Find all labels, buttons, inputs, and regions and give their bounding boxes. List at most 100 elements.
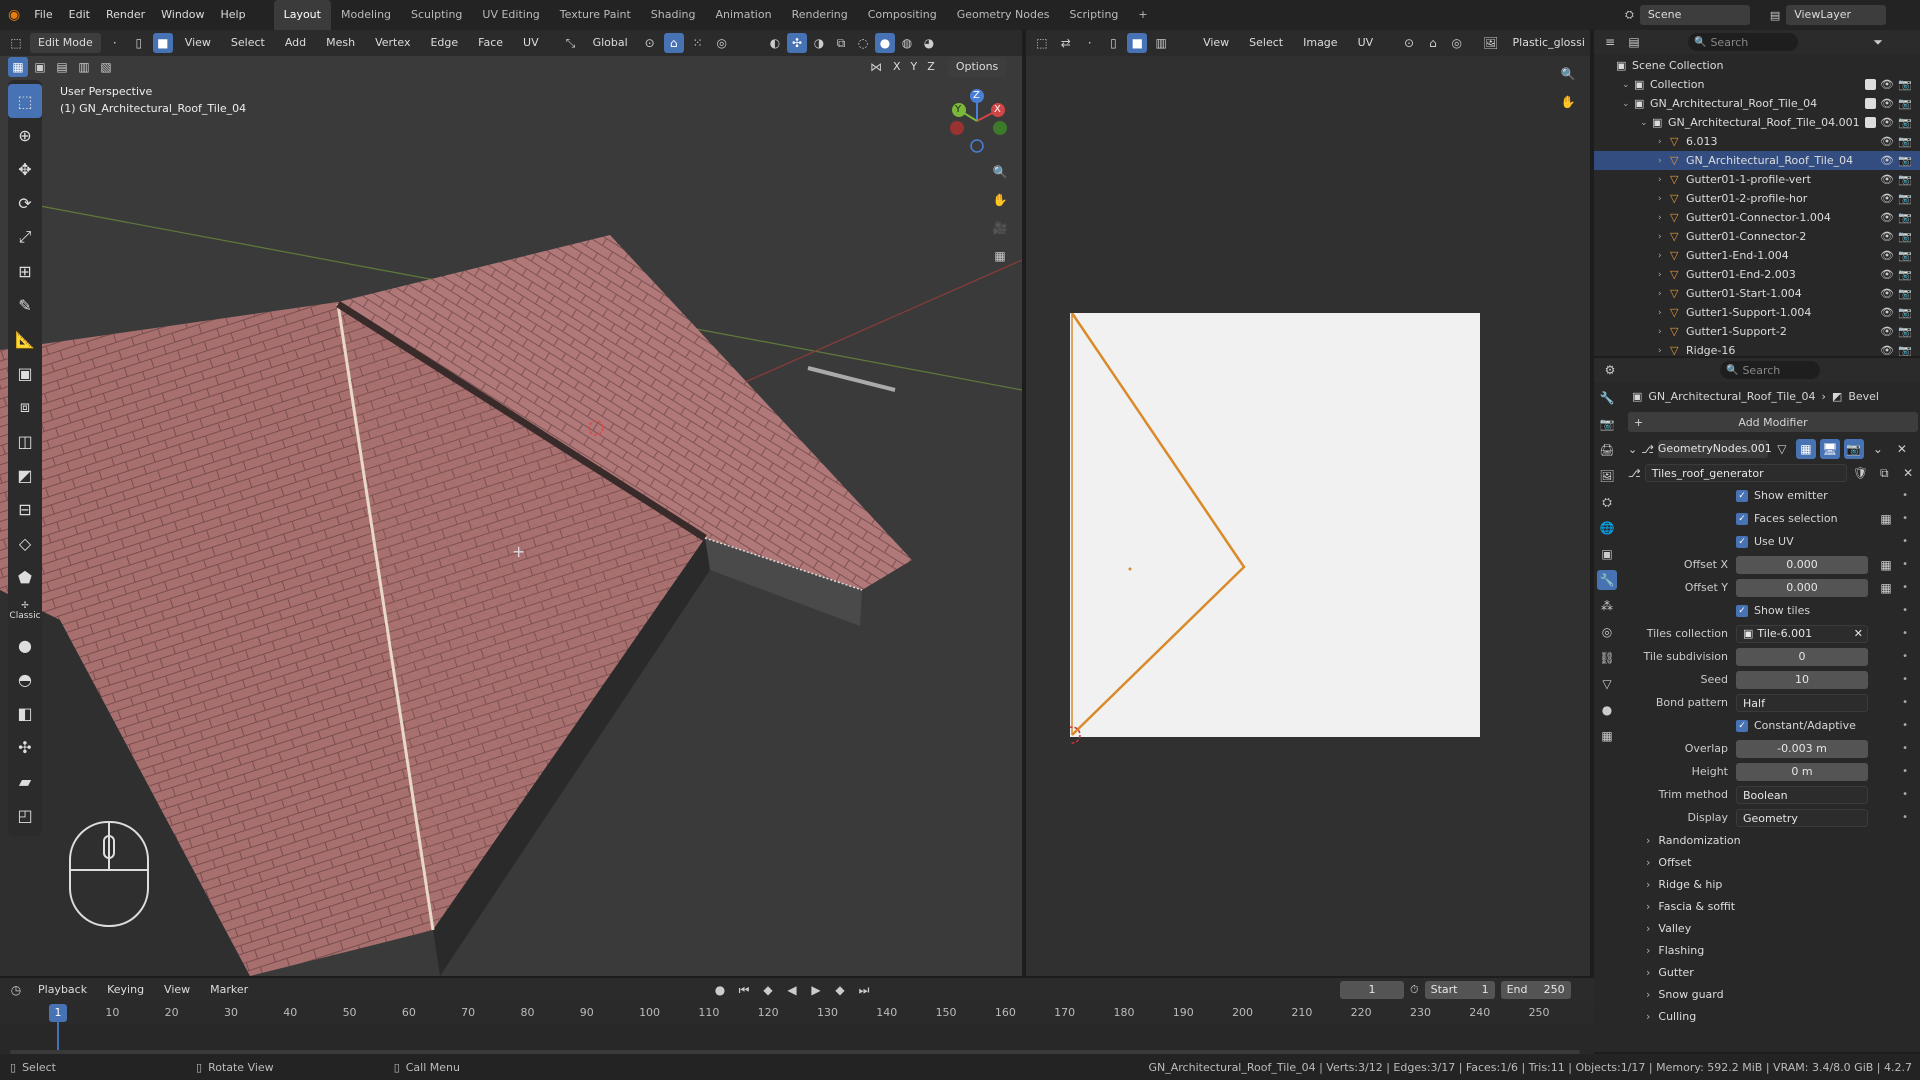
texture-tab-icon[interactable]: ▦ (1597, 726, 1617, 746)
show-emitter-row[interactable]: ✓ Show emitter • (1628, 484, 1918, 507)
uv-menu-uv[interactable]: UV (1350, 33, 1382, 53)
rotate-tool-icon[interactable]: ⟳ (8, 186, 42, 220)
outliner[interactable]: ≡ ▤ 🔍 Search ⏷ ▣ Scene Collection ⌄ ▣ Collec… (1594, 30, 1920, 356)
eye-icon[interactable]: 👁 (1880, 97, 1894, 110)
bond-pattern-dropdown[interactable]: Half (1736, 693, 1868, 712)
move-tool-icon[interactable]: ✥ (8, 152, 42, 186)
scene-selector[interactable]: Scene (1639, 5, 1750, 25)
uv-vertex-mode-icon[interactable]: · (1080, 33, 1100, 53)
playhead[interactable]: 1 (49, 1004, 67, 1022)
outliner-row[interactable]: › ▽ Ridge-16 👁 📷 (1594, 341, 1920, 356)
jump-end-icon[interactable]: ⏭ (854, 980, 874, 1000)
tab-uv-editing[interactable]: UV Editing (472, 0, 549, 30)
play-icon[interactable]: ▶ (806, 980, 826, 1000)
render-camera-icon[interactable]: 📷 (1898, 154, 1912, 167)
start-frame-field[interactable]: Start 1 (1424, 981, 1495, 999)
outliner-display-mode-icon[interactable]: ▤ (1624, 32, 1644, 52)
fake-user-icon[interactable]: 🛡 (1851, 463, 1871, 483)
playback-menu[interactable]: Playback (30, 980, 95, 1000)
uv-editor[interactable]: ⬚ ⇄ · ▯ ■ ▥ View Select Image UV ⊙ ⌂ ◎ 🖼… (1026, 30, 1590, 976)
outliner-row[interactable]: › ▽ Gutter1-Support-2 👁 📷 (1594, 322, 1920, 341)
collapse-chevron-icon[interactable]: ⌄ (1628, 443, 1637, 456)
expand-chevron-icon[interactable]: › (1658, 346, 1670, 356)
current-frame-field[interactable]: 1 (1340, 981, 1404, 999)
keyframe-dot-icon[interactable]: • (1902, 513, 1908, 524)
scale-tool-icon[interactable]: ⤢ (8, 220, 42, 254)
extrude-tool-icon[interactable]: ⧈ (8, 390, 42, 424)
knife-tool-icon[interactable]: ◇ (8, 526, 42, 560)
keyframe-dot-icon[interactable]: • (1902, 812, 1908, 823)
viewport-3d[interactable]: ⬚ Edit Mode · ▯ ■ View Select Add Mesh V… (0, 30, 1022, 976)
tile-subdivision-field[interactable]: 0 (1736, 647, 1868, 666)
tab-layout[interactable]: Layout (273, 0, 331, 30)
marker-menu[interactable]: Marker (202, 980, 256, 1000)
outliner-row[interactable]: ⌄ ▣ GN_Architectural_Roof_Tile_04 👁 📷 (1594, 94, 1920, 113)
frame-ruler[interactable]: 1102030405060708090100110120130140150160… (0, 1002, 1594, 1024)
expand-chevron-icon[interactable]: ⌄ (1622, 99, 1634, 109)
eye-icon[interactable]: 👁 (1880, 287, 1894, 300)
camera-view-icon[interactable]: 🎥 (990, 218, 1010, 238)
menu-window[interactable]: Window (153, 0, 212, 30)
uv-edge-mode-icon[interactable]: ▯ (1104, 33, 1124, 53)
properties-editor[interactable]: ⚙ 🔍 Search 🔧 📷 🖨 🖼 ⛭ 🌐 ▣ 🔧 ⁂ ◎ ⛓ ▽ ● ▦ ▣… (1594, 358, 1920, 1052)
viewlayer-icon[interactable]: ▤ (1770, 9, 1780, 22)
navigation-gizmo[interactable]: Z X Y (945, 88, 1011, 154)
uv-image-name[interactable]: Plastic_glossin (1505, 33, 1585, 53)
loop-cut-tool-icon[interactable]: ⊟ (8, 492, 42, 526)
expand-chevron-icon[interactable]: › (1658, 270, 1670, 280)
blender-logo-icon[interactable]: ◉ (8, 7, 20, 23)
render-camera-icon[interactable]: 📷 (1898, 287, 1912, 300)
expand-chevron-icon[interactable]: › (1658, 213, 1670, 223)
faces-selection-checkbox[interactable]: ✓ (1736, 512, 1748, 525)
scene-icon[interactable]: ⛭ (1625, 8, 1634, 22)
object-tab-icon[interactable]: ▣ (1597, 544, 1617, 564)
render-camera-icon[interactable]: 📷 (1898, 249, 1912, 262)
tab-shading[interactable]: Shading (641, 0, 706, 30)
exclude-checkbox[interactable] (1865, 98, 1876, 109)
edge-slide-tool-icon[interactable]: ◧ (8, 696, 42, 730)
subpanel-header[interactable]: › Snow guard (1628, 983, 1918, 1005)
duplicate-icon[interactable]: ⧉ (1874, 463, 1894, 483)
render-camera-icon[interactable]: 📷 (1898, 325, 1912, 338)
show-emitter-checkbox[interactable]: ✓ (1736, 489, 1748, 502)
menu-help[interactable]: Help (213, 0, 254, 30)
expand-chevron-icon[interactable]: › (1658, 175, 1670, 185)
expand-chevron-icon[interactable]: ⌄ (1640, 118, 1652, 128)
play-reverse-icon[interactable]: ◀ (782, 980, 802, 1000)
keyframe-dot-icon[interactable]: • (1902, 536, 1908, 547)
expand-chevron-icon[interactable]: › (1658, 327, 1670, 337)
render-tab-icon[interactable]: 📷 (1597, 414, 1617, 434)
tool-tab-icon[interactable]: 🔧 (1597, 388, 1617, 408)
constant-adaptive-row[interactable]: ✓ Constant/Adaptive • (1628, 714, 1918, 737)
menu-render[interactable]: Render (98, 0, 153, 30)
particles-tab-icon[interactable]: ⁂ (1597, 596, 1617, 616)
keyframe-dot-icon[interactable]: • (1902, 720, 1908, 731)
view-layer-tab-icon[interactable]: 🖼 (1597, 466, 1617, 486)
outliner-row[interactable]: › ▽ 6.013 👁 📷 (1594, 132, 1920, 151)
menu-file[interactable]: File (26, 0, 60, 30)
eye-icon[interactable]: 👁 (1880, 306, 1894, 319)
properties-search-input[interactable]: Search (1742, 364, 1780, 377)
tab-animation[interactable]: Animation (705, 0, 781, 30)
eye-icon[interactable]: 👁 (1880, 173, 1894, 186)
eye-icon[interactable]: 👁 (1880, 230, 1894, 243)
offset-y-field[interactable]: 0.000 (1736, 578, 1868, 597)
modifier-dropdown-icon[interactable]: ⌄ (1868, 439, 1888, 459)
render-toggle-icon[interactable]: 📷 (1843, 439, 1864, 459)
render-camera-icon[interactable]: 📷 (1898, 306, 1912, 319)
tab-texture-paint[interactable]: Texture Paint (550, 0, 641, 30)
menu-edit[interactable]: Edit (61, 0, 98, 30)
uv-menu-view[interactable]: View (1195, 33, 1237, 53)
overlap-field[interactable]: -0.003 m (1736, 739, 1868, 758)
eye-icon[interactable]: 👁 (1880, 135, 1894, 148)
modifier-close-icon[interactable]: ✕ (1892, 439, 1912, 459)
exclude-checkbox[interactable] (1865, 117, 1876, 128)
outliner-row[interactable]: ⌄ ▣ GN_Architectural_Roof_Tile_04.001 👁 📷 (1594, 113, 1920, 132)
render-camera-icon[interactable]: 📷 (1898, 135, 1912, 148)
render-camera-icon[interactable]: 📷 (1898, 211, 1912, 224)
add-cube-tool-icon[interactable]: ▣ (8, 356, 42, 390)
subpanel-header[interactable]: › Flashing (1628, 939, 1918, 961)
uv-snap-icon[interactable]: ⌂ (1423, 33, 1443, 53)
auto-keying-icon[interactable]: ● (710, 980, 730, 1000)
node-group-field[interactable]: Tiles_roof_generator (1644, 464, 1847, 482)
